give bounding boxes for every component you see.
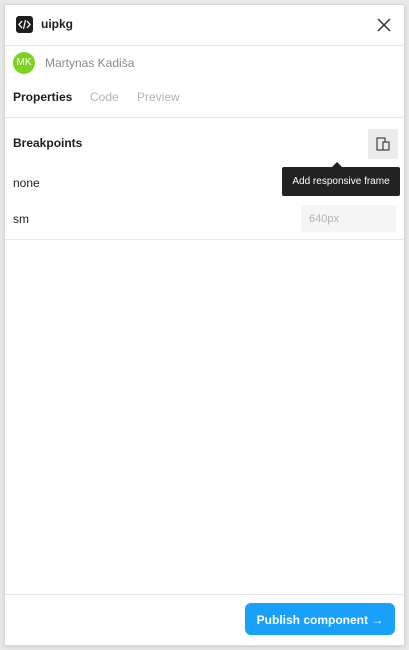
breakpoint-label-none: none [13, 176, 40, 190]
tab-code[interactable]: Code [90, 90, 119, 104]
tab-properties[interactable]: Properties [13, 90, 72, 104]
breakpoint-label-sm: sm [13, 212, 29, 226]
footer: Publish component → [5, 594, 404, 645]
tooltip: Add responsive frame [282, 162, 400, 196]
breakpoints-section: Breakpoints Add responsive frame none sm [5, 118, 404, 240]
user-name: Martynas Kadiša [45, 56, 135, 70]
plugin-window: uipkg MK Martynas Kadiša Properties Code… [4, 4, 405, 646]
close-icon[interactable] [374, 15, 394, 35]
code-icon [16, 16, 33, 33]
breakpoints-title: Breakpoints [13, 136, 83, 150]
publish-component-button[interactable]: Publish component → [245, 603, 395, 635]
avatar: MK [13, 52, 35, 74]
user-row: MK Martynas Kadiša [5, 46, 404, 78]
tab-bar: Properties Code Preview [5, 85, 404, 118]
title-bar: uipkg [5, 5, 404, 46]
app-title: uipkg [41, 17, 73, 31]
responsive-frame-icon [376, 137, 390, 151]
add-responsive-frame-button[interactable] [368, 129, 398, 159]
breakpoint-sm-input[interactable] [301, 205, 396, 232]
tab-preview[interactable]: Preview [137, 90, 180, 104]
